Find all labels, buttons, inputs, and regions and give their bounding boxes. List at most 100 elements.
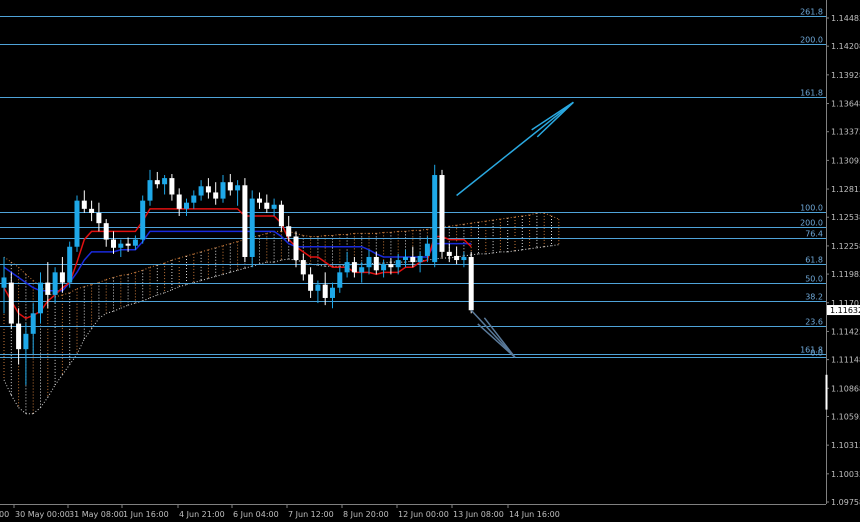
candle-body[interactable]: [1, 277, 7, 288]
cloud-span-b-segment: [69, 354, 78, 365]
candle-body[interactable]: [147, 180, 153, 201]
candle-body[interactable]: [293, 236, 299, 261]
candle-body[interactable]: [257, 198, 262, 203]
candle-body[interactable]: [118, 243, 124, 248]
cloud-span-b-segment: [54, 374, 63, 386]
candle-body[interactable]: [417, 255, 423, 263]
candle-body[interactable]: [154, 180, 160, 185]
cloud-span-a-segment: [149, 264, 158, 268]
candle-body[interactable]: [300, 260, 306, 275]
cloud-span-a-segment: [514, 215, 523, 218]
candle-body[interactable]: [381, 264, 387, 271]
candle-body[interactable]: [388, 264, 394, 268]
candle-body[interactable]: [235, 185, 241, 191]
candle-body[interactable]: [125, 243, 131, 246]
candle-body[interactable]: [184, 202, 189, 209]
candle-body[interactable]: [315, 284, 321, 291]
candle-body[interactable]: [52, 272, 58, 295]
candle-body[interactable]: [395, 260, 401, 268]
candle-body[interactable]: [359, 267, 365, 273]
cloud-span-b-segment: [200, 278, 209, 282]
price-axis-label: 1.13928: [831, 71, 860, 80]
candle-body[interactable]: [38, 282, 43, 314]
candle-body[interactable]: [23, 333, 29, 350]
cloud-span-a-segment: [193, 251, 202, 255]
candle-body[interactable]: [278, 204, 284, 227]
candle-body[interactable]: [16, 323, 22, 350]
candle-body[interactable]: [74, 200, 80, 247]
candle-body[interactable]: [468, 256, 474, 311]
chart-window[interactable]: 261.8 200.0 161.8 100.0 200.0 76.4 61.8 50.0 38.…: [0, 0, 860, 522]
candle-body[interactable]: [89, 208, 95, 213]
candle-body[interactable]: [410, 256, 416, 263]
fib-level-label: 161.8: [800, 89, 823, 98]
candle-body[interactable]: [271, 204, 277, 209]
candle-body[interactable]: [213, 192, 219, 199]
candle-body[interactable]: [227, 182, 233, 191]
candle-body[interactable]: [30, 313, 36, 334]
candle-body[interactable]: [96, 212, 102, 224]
time-axis-label: 00: [0, 510, 9, 519]
cloud-span-a-segment: [171, 257, 180, 261]
candle-body[interactable]: [45, 282, 51, 295]
candle-body[interactable]: [198, 186, 204, 196]
cloud-span-b-segment: [149, 294, 158, 299]
candle-body[interactable]: [81, 200, 87, 209]
cloud-span-b-segment: [281, 258, 289, 261]
candle-body[interactable]: [249, 198, 255, 257]
cloud-span-b-segment: [208, 275, 216, 279]
cloud-span-a-segment: [98, 279, 107, 284]
cloud-span-a-segment: [164, 259, 173, 264]
candle-body[interactable]: [403, 256, 408, 261]
cloud-span-a-segment: [18, 266, 27, 275]
candle-body[interactable]: [344, 262, 350, 273]
candle-body[interactable]: [59, 272, 65, 283]
fib-level-label: 76.4: [805, 230, 823, 239]
cloud-span-b-segment: [98, 312, 107, 319]
candle-body[interactable]: [132, 239, 138, 246]
candle-body[interactable]: [162, 178, 168, 185]
candle-body[interactable]: [439, 175, 445, 252]
candle-body[interactable]: [67, 246, 73, 283]
cloud-span-b-segment: [237, 267, 246, 271]
candle-body[interactable]: [242, 185, 248, 257]
candle-body[interactable]: [191, 195, 197, 203]
candle-body[interactable]: [169, 178, 175, 195]
candle-body[interactable]: [330, 287, 335, 298]
candle-body[interactable]: [140, 200, 146, 240]
cloud-span-b-segment: [83, 328, 93, 340]
candle-body[interactable]: [461, 256, 467, 261]
projection-arrow-down-line[interactable]: [470, 309, 516, 358]
candle-body[interactable]: [286, 226, 292, 237]
cloud-span-a-segment: [179, 255, 187, 259]
candle-body[interactable]: [220, 182, 226, 199]
candle-body[interactable]: [366, 256, 372, 268]
time-axis-label: 1 Jun 16:00: [123, 510, 169, 519]
current-price-label: 1.11632: [830, 306, 860, 315]
candle-body[interactable]: [424, 243, 430, 256]
candle-body[interactable]: [454, 255, 460, 261]
candle-body[interactable]: [264, 202, 270, 209]
candle-body[interactable]: [111, 239, 116, 248]
candle-body[interactable]: [373, 256, 379, 271]
candle-body[interactable]: [8, 282, 14, 324]
candle-body[interactable]: [351, 262, 357, 273]
price-axis-label: 1.11423: [831, 327, 860, 336]
fib-level-label: 23.6: [805, 318, 823, 327]
cloud-span-b-segment: [127, 302, 136, 306]
cloud-span-b-segment: [10, 395, 20, 408]
candle-body[interactable]: [337, 272, 343, 288]
chart-canvas[interactable]: 261.8 200.0 161.8 100.0 200.0 76.4 61.8 50.0 38.…: [0, 0, 860, 522]
candle-body[interactable]: [176, 194, 182, 209]
cloud-span-a-segment: [522, 214, 530, 217]
candle-body[interactable]: [446, 251, 452, 256]
candle-body[interactable]: [432, 175, 438, 263]
cloud-span-b-segment: [551, 244, 559, 247]
candle-body[interactable]: [322, 284, 328, 298]
candle-body[interactable]: [103, 223, 109, 240]
candle-body[interactable]: [308, 274, 314, 291]
projection-arrow-up-line[interactable]: [456, 101, 574, 197]
cloud-span-b-segment: [120, 304, 129, 309]
candle-body[interactable]: [205, 186, 211, 193]
cloud-span-b-segment: [113, 307, 121, 312]
